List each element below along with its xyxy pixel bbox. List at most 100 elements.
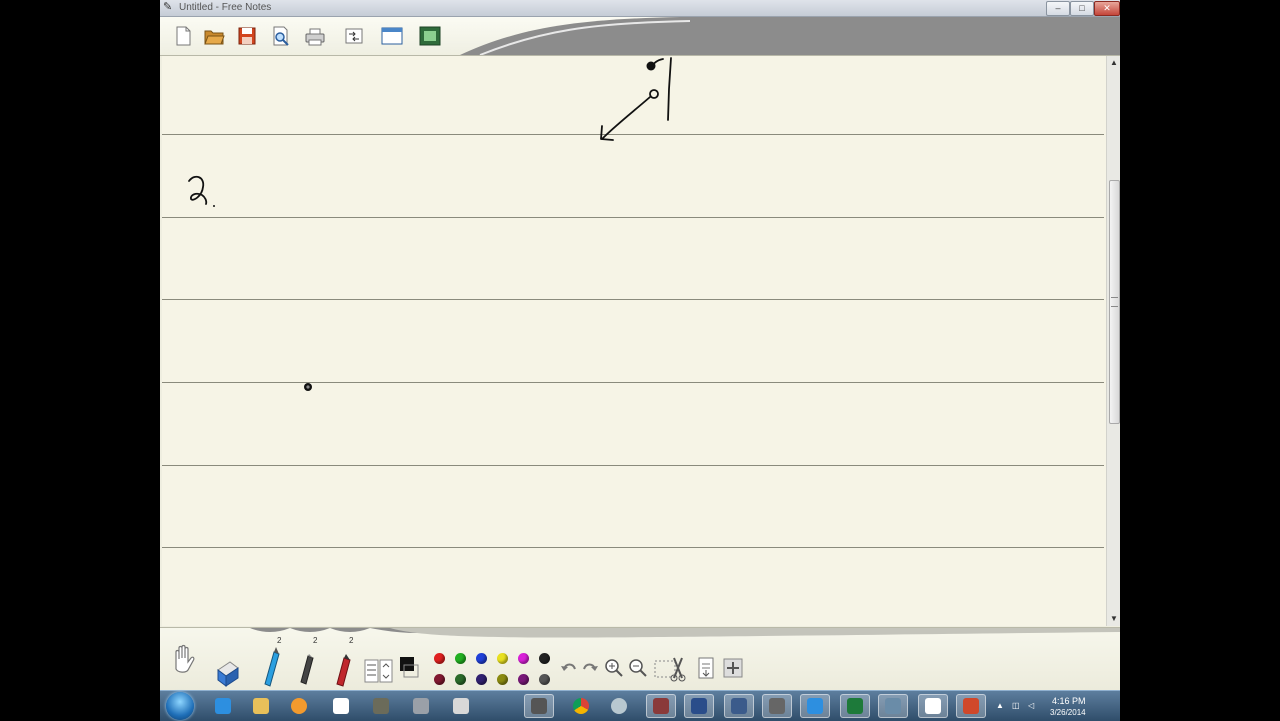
- tools-icon: [769, 698, 785, 714]
- toolbar-swoosh-decoration: [460, 17, 1120, 55]
- chrome-icon: [573, 698, 589, 714]
- active-task[interactable]: [762, 694, 792, 718]
- calculator-icon: [413, 698, 429, 714]
- print-icon[interactable]: [304, 25, 326, 47]
- main-toolbar: [160, 17, 1120, 56]
- scrollbar-thumb[interactable]: [1109, 180, 1120, 424]
- color-swatch-dark-green[interactable]: [455, 674, 466, 685]
- start-button-icon[interactable]: [166, 692, 194, 720]
- media-player-icon: [291, 698, 307, 714]
- minimize-button[interactable]: –: [1046, 1, 1070, 16]
- active-task[interactable]: [724, 694, 754, 718]
- pen-icon: [925, 698, 941, 714]
- open-folder-icon[interactable]: [203, 25, 225, 47]
- active-task[interactable]: [878, 694, 908, 718]
- color-swatch-gray[interactable]: [539, 674, 550, 685]
- scroll-down-arrow-icon[interactable]: ▼: [1107, 612, 1120, 626]
- pen-icon: [333, 698, 349, 714]
- internet-explorer-icon: [215, 698, 231, 714]
- insert-page-icon[interactable]: [696, 656, 716, 680]
- pen-size-label: 2: [313, 636, 318, 645]
- powerpoint-icon: [963, 698, 979, 714]
- network-tray-icon[interactable]: ◫: [1012, 701, 1021, 710]
- free-notes-task[interactable]: [326, 694, 356, 718]
- free-notes-active-task[interactable]: [918, 694, 948, 718]
- clock-date[interactable]: 3/26/2014: [1050, 708, 1086, 717]
- text-lines-icon[interactable]: [364, 658, 394, 684]
- internet-explorer-task[interactable]: [208, 694, 238, 718]
- toolbar-swoosh-decoration: [250, 628, 1120, 638]
- window-icon[interactable]: [381, 25, 403, 47]
- folder-icon: [253, 698, 269, 714]
- redo-icon[interactable]: [581, 660, 599, 676]
- active-task[interactable]: [646, 694, 676, 718]
- color-swatch-olive[interactable]: [497, 674, 508, 685]
- color-swatch-green[interactable]: [455, 653, 466, 664]
- screen-capture-icon[interactable]: [419, 25, 441, 47]
- excel-task[interactable]: [840, 694, 870, 718]
- device-icon: [531, 698, 547, 714]
- marker-icon[interactable]: [332, 654, 354, 690]
- title-bar: ✎ Untitled - Free Notes – □ ✕: [160, 0, 1120, 17]
- pen-size-label: 2: [277, 636, 282, 645]
- media-player-task[interactable]: [284, 694, 314, 718]
- powerpoint-task[interactable]: [956, 694, 986, 718]
- webcam-icon: [611, 698, 627, 714]
- color-swatch-purple[interactable]: [518, 674, 529, 685]
- volume-tray-icon[interactable]: ◁: [1028, 701, 1037, 710]
- new-file-icon[interactable]: [172, 25, 194, 47]
- highlighter-icon[interactable]: [260, 646, 284, 690]
- windows-taskbar: ▲ ◫ ◁ 4:16 PM 3/26/2014: [160, 690, 1120, 721]
- pen-size-label: 2: [349, 636, 354, 645]
- eraser-icon[interactable]: [214, 658, 242, 688]
- capture-icon: [653, 698, 669, 714]
- show-hidden-icons-icon[interactable]: ▲: [996, 701, 1005, 710]
- notepad-icon: [453, 698, 469, 714]
- internet-explorer-icon: [807, 698, 823, 714]
- handwritten-ink-layer: [188, 57, 672, 391]
- cut-selection-icon[interactable]: [654, 656, 688, 682]
- zoom-in-icon[interactable]: [604, 658, 624, 678]
- network-icon: [731, 698, 747, 714]
- color-swatch-yellow[interactable]: [497, 653, 508, 664]
- color-swatch-magenta[interactable]: [518, 653, 529, 664]
- clock-time[interactable]: 4:16 PM: [1052, 696, 1086, 706]
- window-title: Untitled - Free Notes: [179, 2, 272, 13]
- active-task[interactable]: [684, 694, 714, 718]
- import-export-icon[interactable]: [343, 25, 365, 47]
- pen-icon[interactable]: [296, 654, 318, 690]
- calculator-task[interactable]: [406, 694, 436, 718]
- active-task[interactable]: [800, 694, 830, 718]
- free-notes-window: ✎ Untitled - Free Notes – □ ✕ ▲ ▼ 2 2 2: [160, 0, 1120, 720]
- color-swatch-blue[interactable]: [476, 653, 487, 664]
- document-icon: [885, 698, 901, 714]
- webcam-task[interactable]: [604, 694, 634, 718]
- notepad-task[interactable]: [446, 694, 476, 718]
- hand-icon[interactable]: [168, 642, 204, 678]
- color-swatch-red[interactable]: [434, 653, 445, 664]
- app-pen-icon: ✎: [163, 1, 173, 13]
- utility-task[interactable]: [366, 694, 396, 718]
- scroll-up-arrow-icon[interactable]: ▲: [1107, 56, 1120, 70]
- pen-toolbar: 2 2 2: [160, 627, 1120, 690]
- note-page[interactable]: [162, 56, 1106, 626]
- toolbox-icon: [373, 698, 389, 714]
- add-page-icon[interactable]: [722, 656, 746, 680]
- zoom-out-icon[interactable]: [628, 658, 648, 678]
- color-black-icon[interactable]: [398, 655, 420, 679]
- close-button[interactable]: ✕: [1094, 1, 1120, 16]
- color-swatch-dark-red[interactable]: [434, 674, 445, 685]
- file-explorer-task[interactable]: [246, 694, 276, 718]
- ink-dot: [646, 61, 656, 71]
- color-swatch-dark-blue[interactable]: [476, 674, 487, 685]
- scrollbar-grip-icon: [1111, 297, 1118, 307]
- color-swatch-black[interactable]: [539, 653, 550, 664]
- active-task[interactable]: [524, 694, 554, 718]
- maximize-button[interactable]: □: [1070, 1, 1094, 16]
- save-icon[interactable]: [236, 25, 258, 47]
- print-preview-icon[interactable]: [270, 25, 292, 47]
- undo-icon[interactable]: [560, 660, 578, 676]
- excel-icon: [847, 698, 863, 714]
- vertical-scrollbar[interactable]: ▲ ▼: [1106, 56, 1120, 626]
- chrome-task[interactable]: [566, 694, 596, 718]
